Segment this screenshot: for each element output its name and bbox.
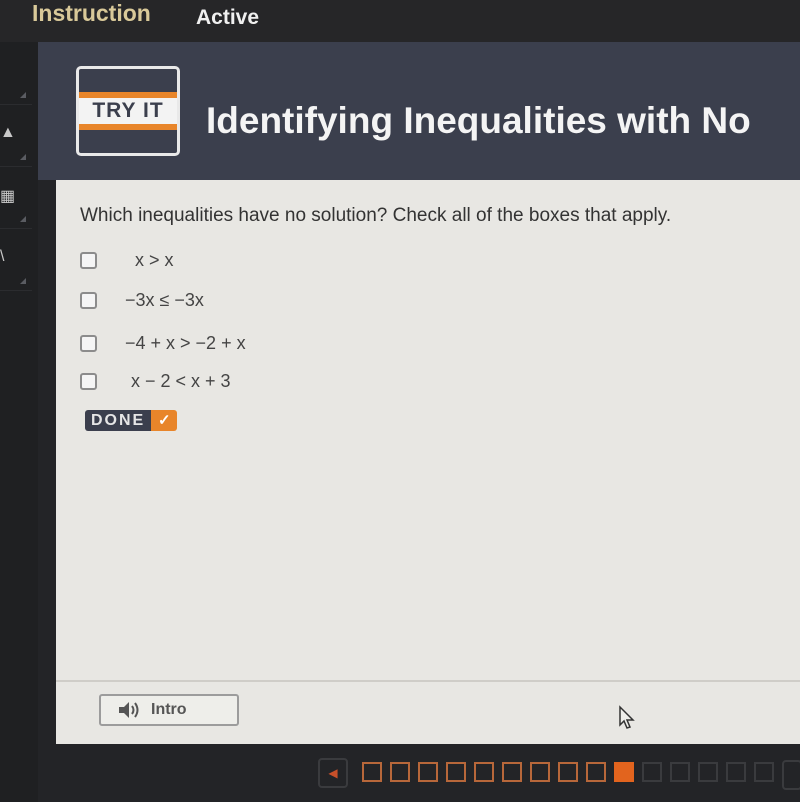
page-indicator[interactable]	[754, 762, 774, 782]
arrow-left-icon: ◀	[328, 766, 338, 780]
page-indicator[interactable]	[586, 762, 606, 782]
done-button[interactable]: DONE ✓	[85, 410, 178, 431]
page-indicator[interactable]	[530, 762, 550, 782]
page-indicator[interactable]	[726, 762, 746, 782]
question-prompt: Which inequalities have no solution? Che…	[80, 205, 672, 226]
option-row[interactable]: −3x ≤ −3x	[80, 288, 204, 312]
rail-item[interactable]	[0, 42, 32, 105]
footer-divider	[56, 680, 800, 682]
rail-item[interactable]: \	[0, 228, 32, 291]
option-row[interactable]: x > x	[80, 248, 174, 272]
corner-triangle-icon	[20, 92, 26, 98]
pencil-icon: \	[0, 248, 5, 265]
next-page-button[interactable]	[782, 760, 800, 790]
checkbox[interactable]	[80, 291, 97, 309]
page-title: Identifying Inequalities with No	[206, 100, 751, 141]
previous-page-button[interactable]: ◀	[318, 758, 348, 788]
rail-item[interactable]: ▦	[0, 166, 32, 229]
speaker-icon	[117, 700, 143, 720]
option-label: −3x ≤ −3x	[125, 289, 204, 310]
document-icon: ▦	[0, 188, 16, 205]
try-it-badge: TRY IT	[76, 66, 180, 156]
try-it-label: TRY IT	[79, 92, 177, 130]
option-row[interactable]: −4 + x > −2 + x	[80, 331, 246, 355]
intro-button[interactable]: Intro	[99, 694, 239, 726]
option-label: x > x	[135, 249, 174, 270]
checkbox[interactable]	[80, 334, 97, 352]
checkbox[interactable]	[80, 372, 97, 390]
done-label: DONE	[85, 410, 152, 431]
page-indicator-current[interactable]	[614, 762, 634, 782]
page-indicator[interactable]	[670, 762, 690, 782]
rail-icon: ▲	[0, 124, 16, 141]
corner-triangle-icon	[20, 278, 26, 284]
left-rail: ▲ ▦ \	[0, 42, 38, 802]
corner-triangle-icon	[20, 154, 26, 160]
checkmark-icon: ✓	[151, 410, 178, 431]
option-row[interactable]: x − 2 < x + 3	[80, 369, 231, 393]
page-indicator[interactable]	[698, 762, 718, 782]
page-indicator[interactable]	[390, 762, 410, 782]
tab-instruction[interactable]: Instruction	[32, 0, 151, 27]
page-indicators	[362, 762, 782, 782]
mouse-cursor-icon	[618, 705, 638, 736]
option-label: −4 + x > −2 + x	[125, 332, 246, 353]
page-indicator[interactable]	[446, 762, 466, 782]
page-indicator[interactable]	[502, 762, 522, 782]
page-indicator[interactable]	[642, 762, 662, 782]
corner-triangle-icon	[20, 216, 26, 222]
option-label: x − 2 < x + 3	[131, 370, 231, 391]
tab-active[interactable]: Active	[196, 6, 259, 30]
checkbox[interactable]	[80, 251, 97, 269]
rail-item[interactable]: ▲	[0, 104, 32, 167]
page-indicator[interactable]	[474, 762, 494, 782]
page-indicator[interactable]	[418, 762, 438, 782]
top-bar: Instruction Active	[0, 0, 800, 42]
page-indicator[interactable]	[558, 762, 578, 782]
page-indicator[interactable]	[362, 762, 382, 782]
intro-label: Intro	[151, 701, 187, 718]
